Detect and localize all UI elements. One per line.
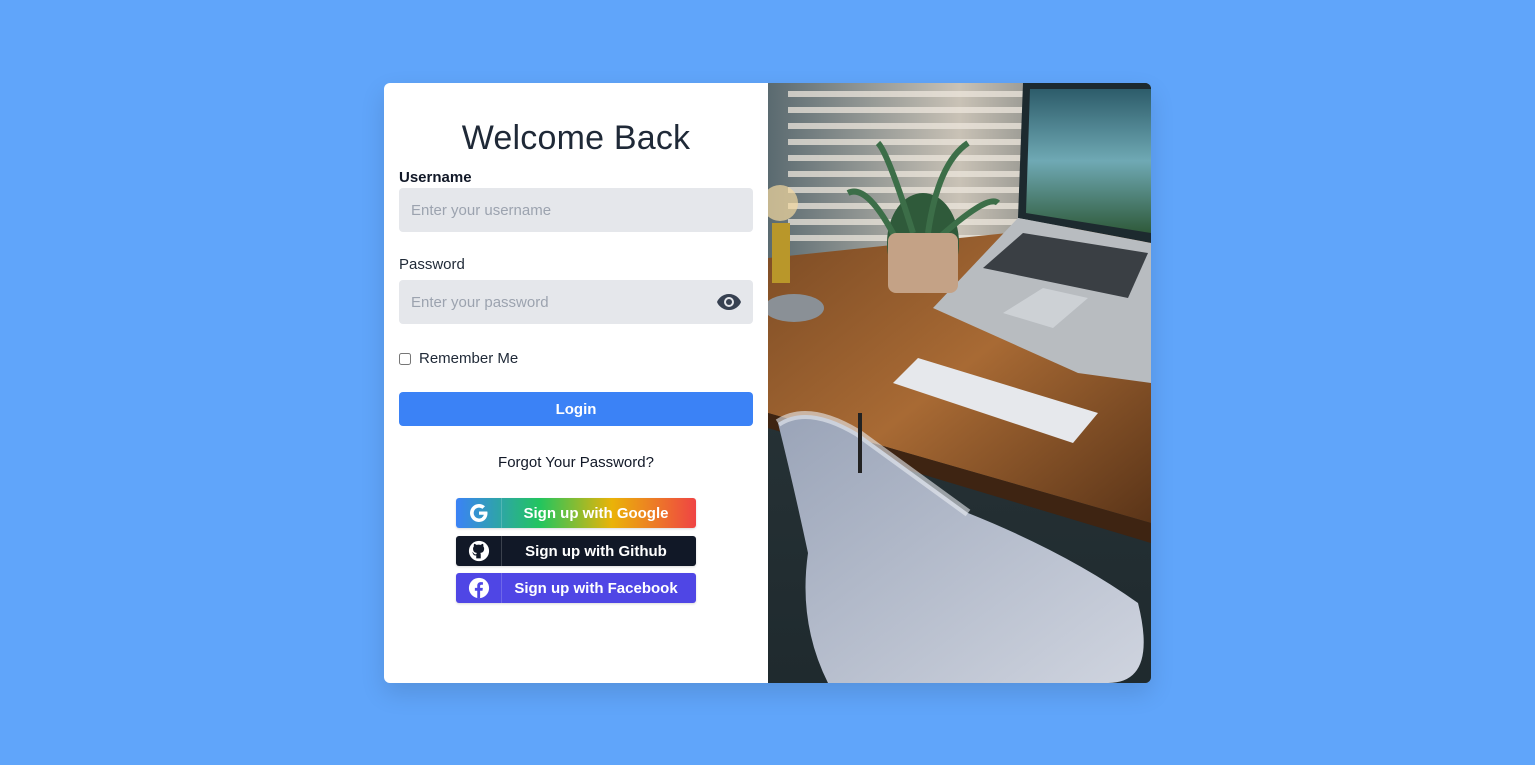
password-label: Password [399, 256, 465, 273]
login-button[interactable]: Login [399, 392, 753, 426]
google-signup-button[interactable]: Sign up with Google [456, 498, 696, 528]
workspace-photo [768, 83, 1151, 683]
google-icon [456, 498, 502, 528]
show-password-eye-icon[interactable] [715, 291, 743, 313]
remember-me-row: Remember Me [399, 350, 518, 367]
username-label: Username [399, 169, 472, 186]
page-title: Welcome Back [461, 119, 691, 157]
facebook-signup-label: Sign up with Facebook [514, 579, 678, 597]
github-signup-button[interactable]: Sign up with Github [456, 536, 696, 566]
workspace-photo-illustration [768, 83, 1151, 683]
username-field-wrapper [399, 188, 753, 232]
facebook-signup-button[interactable]: Sign up with Facebook [456, 573, 696, 603]
google-signup-label: Sign up with Google [523, 504, 669, 522]
password-field-wrapper [399, 280, 753, 324]
github-icon [456, 536, 502, 566]
forgot-password-link[interactable]: Forgot Your Password? [384, 454, 768, 471]
remember-me-checkbox[interactable] [399, 352, 411, 365]
password-input[interactable] [399, 280, 753, 324]
username-input[interactable] [399, 188, 753, 232]
login-card: Welcome Back Username Password Remember … [384, 83, 1151, 683]
remember-me-label: Remember Me [419, 350, 519, 367]
github-signup-label: Sign up with Github [525, 542, 667, 560]
login-form: Welcome Back Username Password Remember … [384, 83, 768, 683]
facebook-icon [456, 573, 502, 603]
